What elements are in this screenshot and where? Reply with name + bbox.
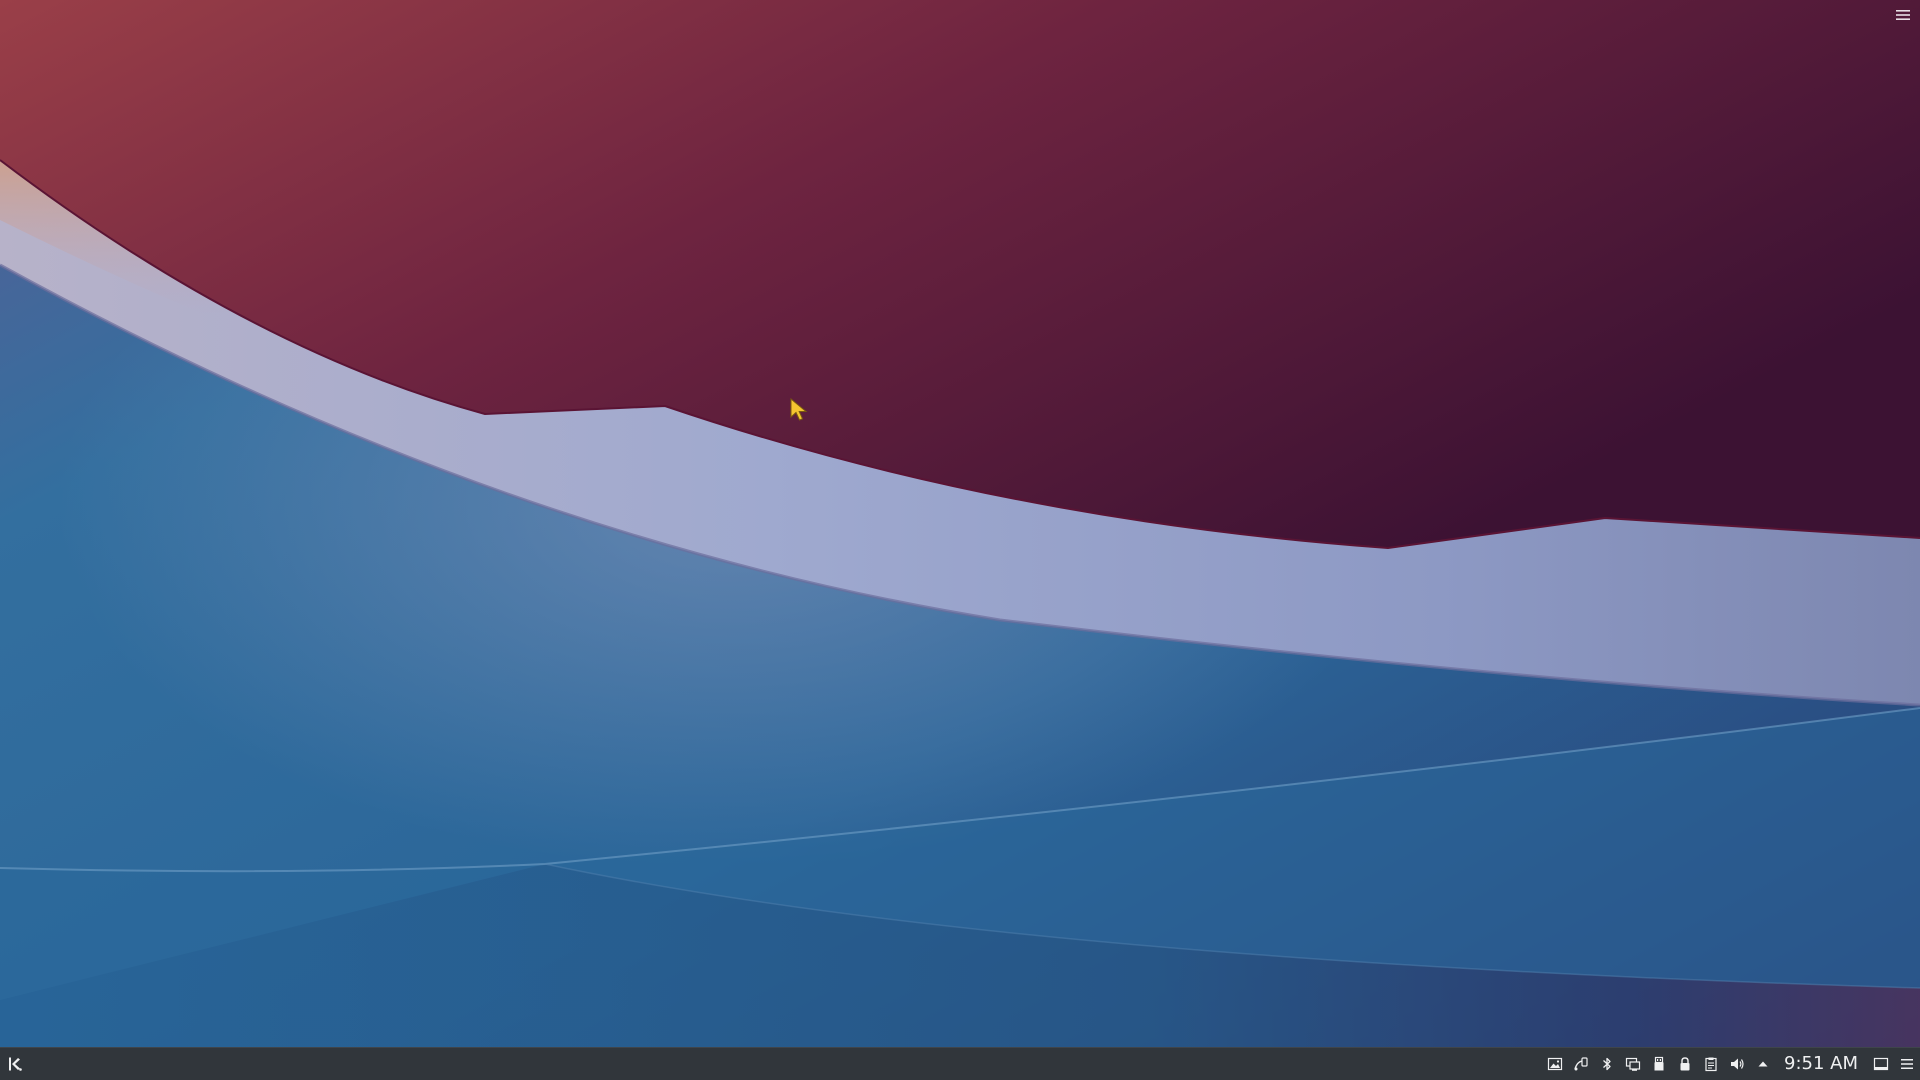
tray-usb-device[interactable] [1646, 1048, 1672, 1080]
clipboard-icon [1705, 1057, 1717, 1072]
tray-clipboard[interactable] [1698, 1048, 1724, 1080]
tray-lock[interactable] [1672, 1048, 1698, 1080]
kde-application-launcher-icon [9, 1057, 22, 1071]
tray-image-viewer[interactable] [1542, 1048, 1568, 1080]
application-launcher-button[interactable] [0, 1048, 30, 1080]
desktop[interactable] [0, 0, 1920, 1047]
tray-bluetooth[interactable] [1594, 1048, 1620, 1080]
tray-display-configuration[interactable] [1620, 1048, 1646, 1080]
image-viewer-icon [1547, 1057, 1563, 1071]
system-tray: 9:51 AM [1542, 1048, 1920, 1080]
hamburger-icon [1896, 10, 1910, 20]
display-configuration-icon [1625, 1057, 1641, 1071]
volume-icon [1731, 1058, 1744, 1070]
lock-icon [1680, 1057, 1690, 1071]
panel-menu-button[interactable] [1894, 1048, 1920, 1080]
mouse-pointer-icon [790, 398, 808, 421]
kde-connect-icon [1574, 1057, 1588, 1071]
taskbar-panel: 9:51 AM [0, 1047, 1920, 1080]
usb-device-icon [1654, 1056, 1664, 1071]
bluetooth-icon [1603, 1057, 1611, 1071]
show-desktop-icon [1873, 1057, 1889, 1071]
desktop-toolbox-button[interactable] [1892, 4, 1914, 26]
tray-expand-button[interactable] [1750, 1048, 1776, 1080]
expand-tray-arrow-icon [1758, 1061, 1768, 1067]
panel-menu-icon [1901, 1059, 1913, 1069]
show-desktop-button[interactable] [1868, 1048, 1894, 1080]
tray-volume[interactable] [1724, 1048, 1750, 1080]
wallpaper [0, 0, 1920, 1047]
tray-kde-connect[interactable] [1568, 1048, 1594, 1080]
digital-clock[interactable]: 9:51 AM [1776, 1048, 1868, 1080]
